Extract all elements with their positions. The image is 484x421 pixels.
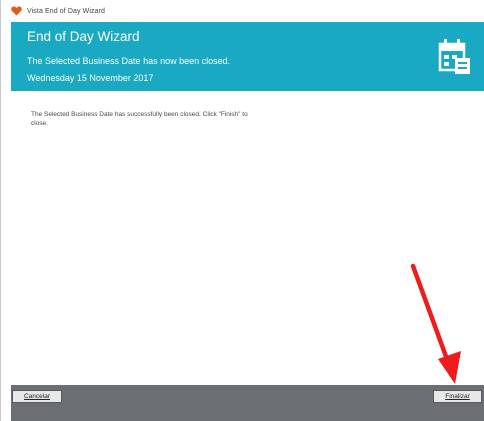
title-bar: Vista End of Day Wizard: [1, 0, 484, 22]
wizard-header: End of Day Wizard The Selected Business …: [11, 22, 484, 91]
heart-icon: [10, 5, 22, 17]
calendar-icon: [438, 39, 470, 74]
window-title: Vista End of Day Wizard: [27, 7, 106, 15]
cancel-button[interactable]: Cancelar: [12, 390, 62, 403]
header-title: End of Day Wizard: [27, 29, 140, 44]
red-arrow-annotation: [410, 263, 461, 384]
header-date-text: Wednesday 15 November 2017: [27, 73, 154, 83]
wizard-window: Vista End of Day Wizard End of Day Wizar…: [0, 0, 484, 421]
header-status-text: The Selected Business Date has now been …: [27, 56, 231, 66]
completion-message: The Selected Business Date has successfu…: [31, 111, 248, 127]
